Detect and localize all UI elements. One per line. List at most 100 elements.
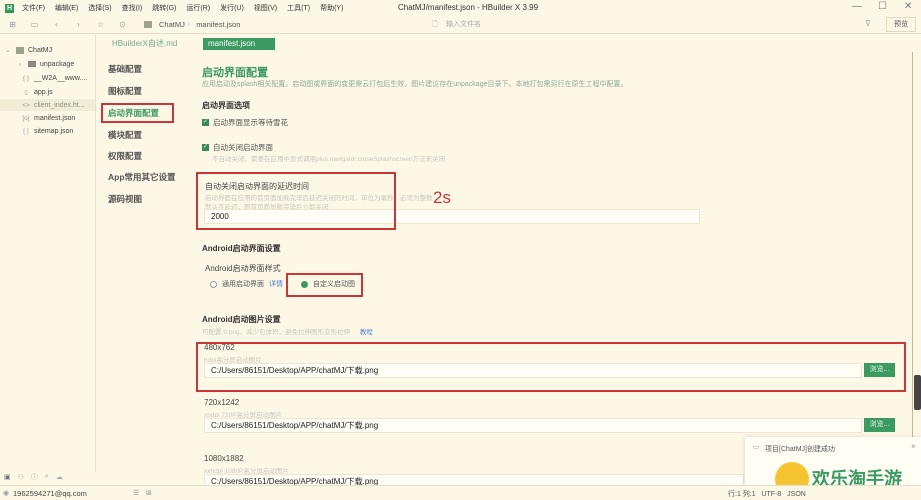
menu-select[interactable]: 选择(S) bbox=[88, 3, 111, 13]
chevron-right-icon: › bbox=[18, 60, 22, 68]
search-icon[interactable]: ⌕ bbox=[45, 473, 49, 481]
js-file-icon: ▯ bbox=[24, 89, 28, 96]
language-mode[interactable]: JSON bbox=[787, 491, 806, 498]
checkbox-checked-icon: ✓ bbox=[202, 144, 209, 151]
filter-icon[interactable]: ⊽ bbox=[865, 19, 871, 28]
cursor-position[interactable]: 行:1 列:1 bbox=[728, 491, 756, 498]
notification-text: 项目[ChatMJ]创建成功 bbox=[765, 446, 836, 453]
list-icon[interactable]: ☰ bbox=[133, 489, 139, 497]
image-path-480[interactable]: C:/Users/86151/Desktop/APP/chatMJ/下载.png bbox=[204, 363, 862, 378]
options-heading: 启动界面选项 bbox=[202, 101, 250, 110]
tree-item-client-index[interactable]: <> client_index.ht... bbox=[0, 99, 95, 111]
breadcrumb-project[interactable]: ChatMJ bbox=[159, 20, 185, 29]
android-images-hint: 可配置.9.png，减少包体积，避免拉伸图形变形拉伸 教程 bbox=[202, 326, 391, 336]
tab-readme[interactable]: HBuilderX自述.md bbox=[107, 38, 182, 50]
waiting-spinner-checkbox[interactable]: ✓ 启动界面显示等待雪花 bbox=[202, 117, 288, 128]
image-path-720[interactable]: C:/Users/86151/Desktop/APP/chatMJ/下载.png bbox=[204, 418, 862, 433]
tree-project[interactable]: ⌄ ChatMJ bbox=[4, 44, 52, 56]
checkbox-label: 启动界面显示等待雪花 bbox=[213, 118, 288, 127]
tree-item-sitemap[interactable]: [ ] sitemap.json bbox=[22, 125, 73, 137]
delay-input[interactable]: 2000 bbox=[204, 209, 700, 224]
menu-file[interactable]: 文件(F) bbox=[22, 3, 45, 13]
new-file-icon[interactable]: ⊞ bbox=[8, 20, 17, 29]
plugin-icon[interactable]: ⚇ bbox=[18, 473, 24, 481]
image-size-480: 480x762 bbox=[204, 343, 235, 352]
status-user[interactable]: 1962594271@qq.com bbox=[13, 489, 87, 498]
splash-config-panel: 启动界面配置 应用启动及splash相关配置。启动图或界面的变更需云打包后生效，… bbox=[200, 52, 910, 489]
panel-icon[interactable]: ⊠ bbox=[146, 489, 152, 497]
html-file-icon: <> bbox=[22, 101, 30, 109]
maximize-button[interactable]: ☐ bbox=[878, 1, 887, 12]
tab-manifest[interactable]: manifest.json bbox=[203, 38, 275, 50]
scrollbar-thumb[interactable] bbox=[914, 375, 921, 410]
checkbox-label: 自动关闭启动界面 bbox=[213, 143, 273, 152]
file-search-input[interactable]: 🗋 输入文件名 bbox=[430, 18, 830, 31]
menu-help[interactable]: 帮助(Y) bbox=[320, 3, 343, 13]
info-icon[interactable]: ⓘ bbox=[31, 472, 38, 482]
tree-item-label: __W2A__www.... bbox=[34, 74, 88, 82]
details-link[interactable]: 详情 bbox=[269, 279, 283, 289]
braces-icon: { } bbox=[22, 74, 30, 82]
user-icon: ◉ bbox=[3, 490, 10, 497]
tree-item-app-js[interactable]: ▯ app.js bbox=[22, 86, 53, 98]
nav-permission-config[interactable]: 权限配置 bbox=[108, 150, 142, 162]
menu-view[interactable]: 视图(V) bbox=[254, 3, 277, 13]
nav-splash-config[interactable]: 启动界面配置 bbox=[108, 107, 159, 119]
project-icon bbox=[144, 21, 152, 28]
nav-icon-config[interactable]: 图标配置 bbox=[108, 85, 142, 97]
file-search-placeholder: 输入文件名 bbox=[446, 21, 481, 28]
tutorial-link[interactable]: 教程 bbox=[360, 329, 373, 336]
minimize-button[interactable]: — bbox=[852, 1, 862, 12]
menu-tools[interactable]: 工具(T) bbox=[287, 3, 310, 13]
radio-custom[interactable] bbox=[301, 280, 308, 288]
star-icon[interactable]: ☆ bbox=[96, 20, 105, 29]
breadcrumb-file[interactable]: manifest.json bbox=[196, 20, 240, 29]
tree-item-label: sitemap.json bbox=[34, 127, 74, 135]
tree-item-label: client_index.ht... bbox=[34, 101, 85, 109]
autoclose-hint: 不自动关闭，需要在应用中显式调用plus.navigator.closeSpla… bbox=[212, 156, 445, 163]
image-size-720: 720x1242 bbox=[204, 398, 240, 407]
autoclose-checkbox[interactable]: ✓ 自动关闭启动界面 bbox=[202, 142, 273, 153]
android-images-heading: Android启动图片设置 bbox=[202, 315, 281, 324]
nav-basic-config[interactable]: 基础配置 bbox=[108, 63, 142, 75]
menu-run[interactable]: 运行(R) bbox=[186, 3, 210, 13]
page-description: 应用启动及splash相关配置。启动图或界面的变更需云打包后生效，图片建议存在u… bbox=[202, 81, 628, 88]
nav-app-other-settings[interactable]: App常用其它设置 bbox=[108, 171, 176, 183]
status-bar: ◉ 1962594271@qq.com ☰ ⊠ 行:1 列:1 UTF-8 JS… bbox=[0, 485, 921, 500]
menu-find[interactable]: 查找(I) bbox=[122, 3, 143, 13]
title-bar: H 文件(F) 编辑(E) 选择(S) 查找(I) 跳转(G) 运行(R) 发行… bbox=[0, 0, 921, 16]
radio-custom-label[interactable]: 自定义启动图 bbox=[313, 279, 355, 289]
radio-common[interactable] bbox=[210, 280, 217, 288]
checkbox-checked-icon: ✓ bbox=[202, 119, 209, 126]
tree-item-manifest[interactable]: [o] manifest.json bbox=[22, 112, 75, 124]
hbuilder-logo-icon: H bbox=[5, 3, 14, 13]
browse-button-480[interactable]: 浏览... bbox=[864, 363, 895, 377]
cloud-icon[interactable]: ☁ bbox=[56, 473, 63, 481]
radio-common-label[interactable]: 通用启动界面 bbox=[222, 279, 264, 289]
tree-item-unpackage[interactable]: › unpackage bbox=[16, 58, 74, 70]
project-manager-icon[interactable]: ▣ bbox=[4, 473, 11, 481]
window-title: ChatMJ/manifest.json - HBuilder X 3.99 bbox=[398, 3, 539, 12]
nav-module-config[interactable]: 模块配置 bbox=[108, 129, 142, 141]
save-icon[interactable]: ▭ bbox=[30, 20, 39, 29]
run-icon[interactable]: ⊙ bbox=[118, 20, 127, 29]
preview-button[interactable]: 预览 bbox=[886, 17, 916, 32]
forward-icon[interactable]: › bbox=[74, 20, 83, 29]
nav-source-view[interactable]: 源码视图 bbox=[108, 193, 142, 205]
tree-item-label: app.js bbox=[34, 88, 53, 96]
encoding[interactable]: UTF-8 bbox=[761, 491, 781, 498]
annotation-2s: 2s bbox=[433, 188, 451, 207]
menu-publish[interactable]: 发行(U) bbox=[220, 3, 244, 13]
menu-goto[interactable]: 跳转(G) bbox=[152, 3, 176, 13]
close-window-button[interactable]: ✕ bbox=[904, 1, 912, 12]
notification-close-button[interactable]: × bbox=[911, 442, 916, 451]
menu-edit[interactable]: 编辑(E) bbox=[55, 3, 78, 13]
project-tree: ⌄ ChatMJ › unpackage { } __W2A__www.... … bbox=[0, 35, 96, 472]
tree-item-label: unpackage bbox=[40, 60, 75, 68]
project-icon bbox=[16, 46, 24, 54]
browse-button-720[interactable]: 浏览... bbox=[864, 418, 895, 432]
breadcrumb-separator: › bbox=[187, 21, 191, 28]
tree-item-w2a[interactable]: { } __W2A__www.... bbox=[22, 72, 87, 84]
back-icon[interactable]: ‹ bbox=[52, 20, 61, 29]
editor-tabs: HBuilderX自述.md manifest.json bbox=[97, 35, 917, 52]
